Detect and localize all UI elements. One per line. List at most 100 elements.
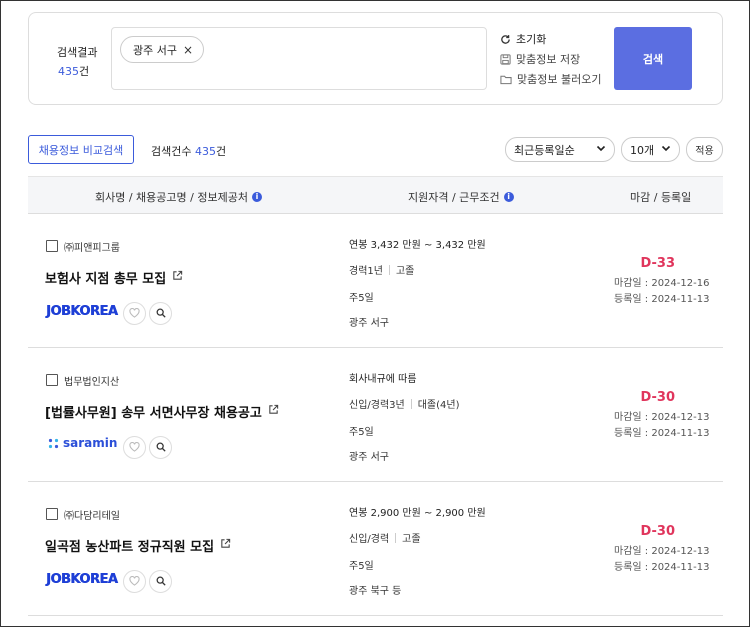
chevron-down-icon bbox=[661, 143, 671, 156]
workdays: 주5일 bbox=[349, 427, 374, 438]
favorite-button[interactable] bbox=[123, 436, 146, 459]
reset-button[interactable]: 초기화 bbox=[500, 29, 601, 49]
compare-search-button[interactable]: 채용정보 비교검색 bbox=[28, 135, 134, 164]
save-custom-button[interactable]: 맞춤정보 저장 bbox=[500, 49, 601, 69]
job-title-link[interactable]: 보험사 지점 총무 모집 bbox=[45, 268, 183, 287]
dday-badge: D-30 bbox=[640, 390, 675, 405]
external-link-icon bbox=[220, 538, 231, 553]
page-size-select[interactable]: 10개 bbox=[621, 137, 680, 162]
requirements: 신입/경력3년 대졸(4년) bbox=[349, 396, 460, 411]
search-count-label: 검색건수 bbox=[151, 145, 192, 158]
header-dates-label: 마감 / 등록일 bbox=[630, 191, 692, 204]
location: 광주 서구 bbox=[349, 452, 389, 463]
header-company-label: 회사명 / 채용공고명 / 정보제공처 bbox=[95, 191, 248, 204]
job-title: 보험사 지점 총무 모집 bbox=[45, 272, 167, 287]
workdays: 주5일 bbox=[349, 561, 374, 572]
registered-date: 등록일 : 2024-11-13 bbox=[614, 428, 710, 439]
info-icon[interactable]: i bbox=[503, 192, 514, 202]
row-checkbox[interactable] bbox=[46, 240, 58, 252]
search-button[interactable]: 검색 bbox=[614, 27, 692, 90]
date-info: 마감일 : 2024-12-13 등록일 : 2024-11-13 bbox=[614, 410, 709, 442]
row-checkbox[interactable] bbox=[46, 374, 58, 386]
salary: 회사내규에 따름 bbox=[349, 374, 417, 385]
reset-label: 초기화 bbox=[516, 33, 547, 46]
salary: 연봉 2,900 만원 ~ 2,900 만원 bbox=[349, 508, 486, 519]
row-checkbox[interactable] bbox=[46, 508, 58, 520]
quick-view-button[interactable] bbox=[149, 570, 172, 593]
info-icon[interactable]: i bbox=[251, 192, 262, 202]
table-header: 회사명 / 채용공고명 / 정보제공처 i 지원자격 / 근무조건 i 마감 /… bbox=[28, 176, 723, 214]
external-link-icon bbox=[172, 270, 183, 285]
load-custom-button[interactable]: 맞춤정보 불러오기 bbox=[500, 69, 601, 89]
jobkorea-logo: JOBKOREA bbox=[46, 304, 118, 319]
education: 고졸 bbox=[402, 534, 421, 545]
company-name: 법무법인지산 bbox=[64, 377, 120, 388]
header-conditions-label: 지원자격 / 근무조건 bbox=[408, 191, 500, 204]
location: 광주 북구 등 bbox=[349, 586, 402, 597]
chevron-down-icon bbox=[596, 143, 606, 156]
date-info: 마감일 : 2024-12-16 등록일 : 2024-11-13 bbox=[614, 276, 709, 308]
deadline-date: 마감일 : 2024-12-16 bbox=[614, 278, 710, 289]
divider bbox=[410, 398, 412, 409]
close-icon[interactable]: × bbox=[183, 43, 193, 57]
refresh-icon bbox=[500, 34, 511, 45]
result-count: 435건 bbox=[58, 63, 89, 79]
folder-icon bbox=[500, 74, 512, 85]
career: 신입/경력 bbox=[349, 534, 390, 545]
header-conditions: 지원자격 / 근무조건 i bbox=[408, 189, 514, 205]
salary: 연봉 3,432 만원 ~ 3,432 만원 bbox=[349, 240, 486, 251]
header-company: 회사명 / 채용공고명 / 정보제공처 i bbox=[95, 189, 262, 205]
selected-filters-box[interactable]: 광주 서구 × bbox=[111, 27, 487, 90]
sort-select-value: 최근등록일순 bbox=[514, 143, 575, 157]
registered-date: 등록일 : 2024-11-13 bbox=[614, 294, 710, 305]
search-icon bbox=[156, 307, 166, 321]
quick-view-button[interactable] bbox=[149, 436, 172, 459]
divider bbox=[388, 264, 390, 275]
search-icon bbox=[156, 441, 166, 455]
result-count-number: 435 bbox=[58, 65, 79, 78]
search-count-unit: 건 bbox=[215, 145, 227, 158]
heart-icon bbox=[129, 441, 140, 455]
table-row: ㈜다담리테일 일곡점 농산파트 정규직원 모집 JOBKOREA 연봉 2,90… bbox=[28, 482, 723, 616]
requirements: 신입/경력 고졸 bbox=[349, 530, 421, 545]
search-count: 검색건수 435건 bbox=[151, 143, 226, 159]
workdays: 주5일 bbox=[349, 293, 374, 304]
heart-icon bbox=[129, 575, 140, 589]
save-icon bbox=[500, 53, 511, 65]
quick-view-button[interactable] bbox=[149, 302, 172, 325]
company-name: ㈜피앤피그룹 bbox=[64, 243, 120, 254]
load-custom-label: 맞춤정보 불러오기 bbox=[517, 73, 602, 86]
jobkorea-logo: JOBKOREA bbox=[46, 572, 118, 587]
saramin-logo-text: saramin bbox=[63, 436, 118, 450]
sort-select[interactable]: 최근등록일순 bbox=[505, 137, 615, 162]
job-title: 일곡점 농산파트 정규직원 모집 bbox=[45, 540, 215, 555]
date-info: 마감일 : 2024-12-13 등록일 : 2024-11-13 bbox=[614, 544, 709, 576]
favorite-button[interactable] bbox=[123, 570, 146, 593]
filter-chip-label: 광주 서구 bbox=[133, 43, 177, 57]
search-count-number: 435 bbox=[194, 145, 216, 158]
location: 광주 서구 bbox=[349, 318, 389, 329]
career: 경력1년 bbox=[349, 266, 383, 277]
filter-chip[interactable]: 광주 서구 × bbox=[120, 36, 205, 63]
side-actions: 초기화 맞춤정보 저장 맞춤정보 불러오기 bbox=[500, 29, 601, 89]
company-name: ㈜다담리테일 bbox=[64, 511, 120, 522]
favorite-button[interactable] bbox=[123, 302, 146, 325]
registered-date: 등록일 : 2024-11-13 bbox=[614, 562, 710, 573]
education: 고졸 bbox=[395, 266, 415, 277]
result-count-unit: 건 bbox=[79, 65, 90, 78]
job-title: [법률사무원] 송무 서면사무장 채용공고 bbox=[45, 406, 262, 421]
requirements: 경력1년 고졸 bbox=[349, 262, 414, 277]
page-size-select-value: 10개 bbox=[630, 143, 655, 157]
heart-icon bbox=[129, 307, 140, 321]
dday-badge: D-30 bbox=[640, 524, 675, 539]
divider bbox=[395, 532, 397, 543]
deadline-date: 마감일 : 2024-12-13 bbox=[614, 546, 710, 557]
education: 대졸(4년) bbox=[417, 400, 460, 411]
saramin-logo: saramin bbox=[48, 436, 117, 450]
search-panel: 검색결과 435건 광주 서구 × 초기화 맞춤정보 저장 맞춤정보 불러오기 … bbox=[28, 12, 723, 105]
job-title-link[interactable]: 일곡점 농산파트 정규직원 모집 bbox=[45, 536, 231, 555]
job-title-link[interactable]: [법률사무원] 송무 서면사무장 채용공고 bbox=[45, 402, 279, 421]
table-row: ㈜피앤피그룹 보험사 지점 총무 모집 JOBKOREA 연봉 3,432 만원… bbox=[28, 214, 723, 348]
apply-button[interactable]: 적용 bbox=[686, 137, 723, 162]
save-custom-label: 맞춤정보 저장 bbox=[516, 53, 581, 66]
